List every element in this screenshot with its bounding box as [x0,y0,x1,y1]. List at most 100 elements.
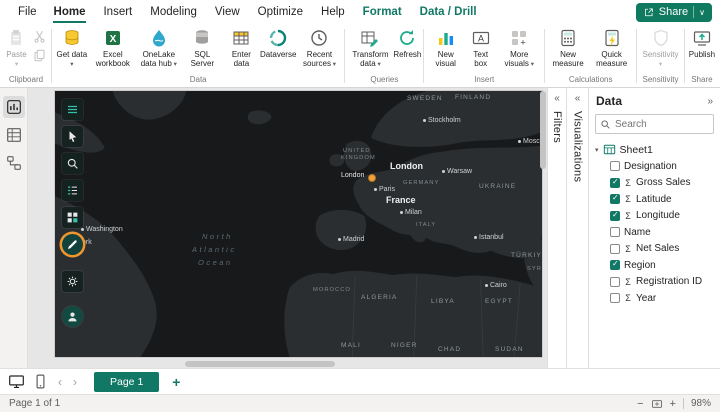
menu-tab-view[interactable]: View [206,0,249,24]
map-label-germany: GERMANY [403,180,439,186]
ribbon-dataverse-button[interactable]: Dataverse [260,27,297,60]
field-checkbox[interactable] [610,277,620,287]
ribbon-quick-measure-button[interactable]: Quick measure [589,27,634,69]
next-page-icon[interactable]: › [71,375,79,389]
ribbon-new-visual-button[interactable]: New visual [426,27,465,69]
ribbon-recent-sources-button[interactable]: Recent sources ▾ [296,27,342,70]
page-tab[interactable]: Page 1 [94,372,159,392]
menu-tab-home[interactable]: Home [45,0,95,24]
ribbon-divider [544,29,545,83]
expand-filters-icon[interactable]: « [554,94,560,104]
ribbon-cut-button[interactable] [31,29,48,44]
report-canvas[interactable]: SWEDENFINLANDStockholmMoscowUNITEDKINGDO… [28,88,547,368]
table-name[interactable]: Sheet1 [620,144,653,156]
zoom-in-icon[interactable]: + [670,398,676,410]
desktop-layout-icon[interactable] [8,373,25,390]
menu-tab-insert[interactable]: Insert [94,0,141,24]
search-icon [600,119,611,130]
map-layer-list-button[interactable] [62,180,83,201]
ribbon-onelake-data-hub-button[interactable]: OneLake data hub ▾ [136,27,182,70]
menu-tab-optimize[interactable]: Optimize [249,0,312,24]
search-box[interactable] [595,114,714,134]
ribbon-more-visuals-button[interactable]: +More visuals ▾ [496,27,542,70]
field-row-designation[interactable]: Designation [589,158,720,175]
ribbon-sensitivity-button[interactable]: Sensitivity ▾ [639,27,682,70]
chevron-down-icon[interactable]: ∨ [699,8,705,17]
map-menu-button[interactable] [62,99,83,120]
ribbon-get-data-button[interactable]: Get data ▾ [54,27,90,70]
ribbon-group-label: Insert [425,74,543,87]
previous-page-icon[interactable]: ‹ [56,375,64,389]
add-page-button[interactable]: + [166,374,186,390]
map-pencil-button[interactable] [62,234,83,255]
ribbon-enter-data-button[interactable]: Enter data [223,27,260,69]
model-view-button[interactable] [3,152,25,174]
table-icon [603,143,616,156]
map-visual[interactable]: SWEDENFINLANDStockholmMoscowUNITEDKINGDO… [55,91,542,357]
map-basemap-button[interactable] [62,207,83,228]
collapse-data-panel-icon[interactable]: » [707,96,713,107]
ribbon-refresh-button[interactable]: Refresh [393,27,421,60]
field-checkbox[interactable] [610,194,620,204]
ribbon-divider [51,29,52,83]
chevron-down-icon[interactable]: ▾ [595,146,599,154]
horizontal-scrollbar-thumb[interactable] [185,361,335,367]
table-node-sheet1[interactable]: ▾ Sheet1 [589,141,720,158]
share-button[interactable]: Share ∨ [636,3,712,22]
report-view-button[interactable] [3,96,25,118]
filters-panel-title[interactable]: Filters [551,111,563,143]
field-checkbox[interactable] [610,244,620,254]
svg-text:X: X [109,34,116,45]
field-checkbox[interactable] [610,293,620,303]
fit-to-page-icon[interactable] [651,398,663,410]
ribbon-publish-button[interactable]: Publish [687,27,717,60]
ribbon-text-box-button[interactable]: AText box [465,27,496,69]
mobile-layout-icon[interactable] [32,373,49,390]
field-label: Year [636,293,656,304]
ribbon-transform-data-button[interactable]: Transform data ▾ [347,27,393,70]
map-label-moscow: Moscow [518,138,542,145]
map-data-point[interactable] [368,174,376,182]
menu-file[interactable]: File [10,6,45,18]
vertical-scrollbar-thumb[interactable] [540,91,546,169]
visualizations-panel-title[interactable]: Visualizations [572,111,584,182]
ribbon-paste-button[interactable]: Paste ▾ [3,27,30,70]
map-person-button[interactable] [62,306,83,327]
ribbon-new-measure-button[interactable]: New measure [547,27,589,69]
menu-tab-help[interactable]: Help [312,0,354,24]
ribbon-sql-server-button[interactable]: SQL Server [182,27,223,69]
ribbon-divider [344,29,345,83]
field-row-latitude[interactable]: ΣLatitude [589,191,720,208]
zoom-out-icon[interactable]: − [637,398,643,410]
field-checkbox[interactable] [610,227,620,237]
ribbon-excel-workbook-button[interactable]: XExcel workbook [90,27,136,69]
map-label-north: North [202,232,233,241]
ribbon-copy-button[interactable] [31,48,48,63]
field-row-region[interactable]: Region [589,257,720,274]
map-search-button[interactable] [62,153,83,174]
field-row-year[interactable]: ΣYear [589,290,720,307]
field-row-registration-id[interactable]: ΣRegistration ID [589,274,720,291]
search-input[interactable] [615,119,709,130]
field-checkbox[interactable] [610,161,620,171]
menu-tab-format[interactable]: Format [354,0,411,24]
menu-tab-modeling[interactable]: Modeling [141,0,206,24]
field-label: Longitude [636,210,680,221]
recent-icon [309,28,329,48]
menu-tab-data-drill[interactable]: Data / Drill [411,0,486,24]
field-row-name[interactable]: Name [589,224,720,241]
map-gear-button[interactable] [62,271,83,292]
vertical-scrollbar[interactable] [540,91,546,356]
field-row-gross-sales[interactable]: ΣGross Sales [589,175,720,192]
map-cursor-button[interactable] [62,126,83,147]
field-checkbox[interactable] [610,260,620,270]
zoom-cluster: − + 98% [637,398,711,410]
horizontal-scrollbar[interactable] [55,361,535,367]
field-checkbox[interactable] [610,178,620,188]
menubar: File HomeInsertModelingViewOptimizeHelpF… [0,0,720,24]
table-view-button[interactable] [3,124,25,146]
expand-visualizations-icon[interactable]: « [575,94,581,104]
field-checkbox[interactable] [610,211,620,221]
field-row-longitude[interactable]: ΣLongitude [589,208,720,225]
field-row-net-sales[interactable]: ΣNet Sales [589,241,720,258]
